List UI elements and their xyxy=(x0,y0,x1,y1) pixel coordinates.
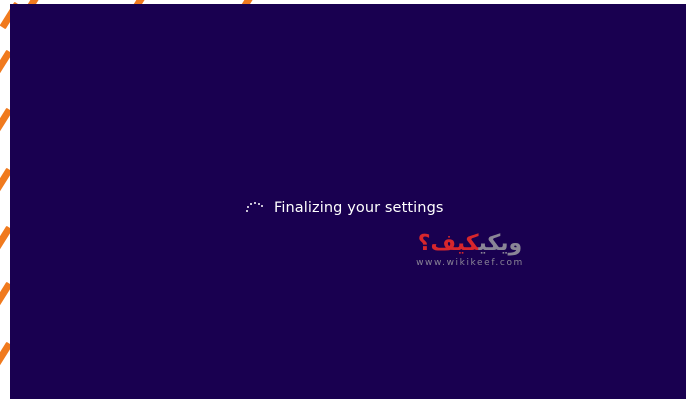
status-row: Finalizing your settings xyxy=(244,200,444,216)
watermark-arabic-part-1: ویکی xyxy=(478,231,523,256)
setup-screen: Finalizing your settings ویکیکیف؟ www.wi… xyxy=(10,4,686,399)
watermark-arabic-part-2: کیف؟ xyxy=(417,231,479,256)
watermark-arabic: ویکیکیف؟ xyxy=(395,232,545,256)
loading-spinner-icon xyxy=(244,201,264,215)
status-message: Finalizing your settings xyxy=(274,200,444,216)
watermark-url: www.wikikeef.com xyxy=(416,258,524,268)
watermark-logo: ویکیکیف؟ www.wikikeef.com xyxy=(395,232,545,269)
screenshot-frame: Finalizing your settings ویکیکیف؟ www.wi… xyxy=(0,0,686,403)
